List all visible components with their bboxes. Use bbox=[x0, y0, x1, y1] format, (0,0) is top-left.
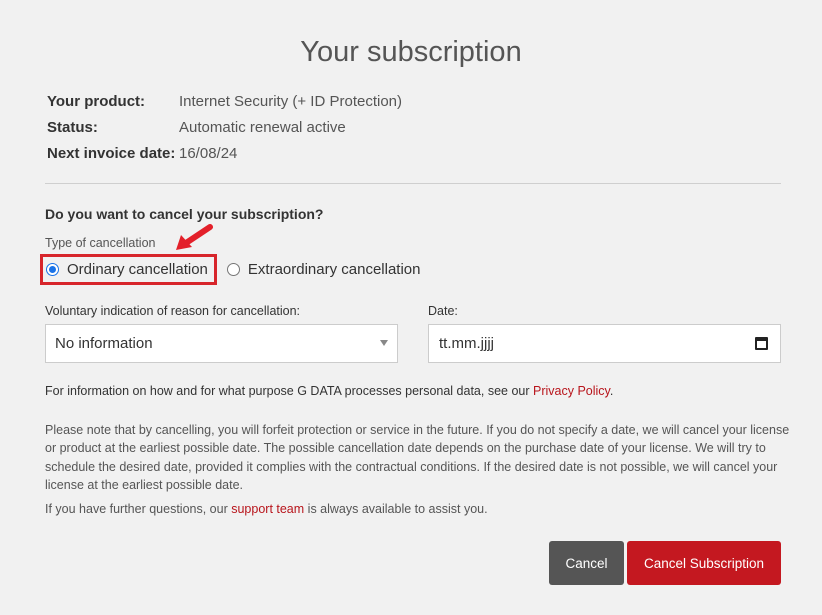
support-text: If you have further questions, our suppo… bbox=[45, 502, 488, 516]
product-label: Your product: bbox=[47, 92, 146, 110]
extraordinary-cancellation-label: Extraordinary cancellation bbox=[247, 261, 421, 278]
annotation-arrow-icon bbox=[176, 224, 213, 250]
calendar-icon[interactable] bbox=[755, 337, 768, 350]
support-text-before: If you have further questions, our bbox=[45, 502, 232, 516]
support-text-after: is always available to assist you. bbox=[304, 502, 488, 516]
cancel-button[interactable]: Cancel bbox=[549, 541, 624, 585]
support-team-link[interactable]: support team bbox=[231, 502, 304, 516]
subscription-info: Your product: Internet Security (+ ID Pr… bbox=[47, 88, 402, 166]
cancellation-type-label: Type of cancellation bbox=[45, 236, 156, 250]
radio-checked-icon[interactable] bbox=[46, 263, 59, 276]
product-row: Your product: Internet Security (+ ID Pr… bbox=[47, 88, 402, 114]
reason-select[interactable]: No information bbox=[45, 324, 398, 363]
page-title: Your subscription bbox=[300, 36, 522, 68]
status-value: Automatic renewal active bbox=[179, 118, 346, 136]
invoice-label: Next invoice date: bbox=[47, 144, 176, 162]
divider bbox=[45, 183, 781, 184]
cancellation-notice: Please note that by cancelling, you will… bbox=[45, 423, 790, 493]
radio-unchecked-icon[interactable] bbox=[226, 263, 240, 276]
reason-label: Voluntary indication of reason for cance… bbox=[45, 304, 301, 318]
privacy-policy-link[interactable]: Privacy Policy bbox=[533, 384, 610, 398]
radio-ordinary-cancellation[interactable]: Ordinary cancellation bbox=[40, 254, 217, 285]
date-input[interactable]: tt.mm.jjjj bbox=[428, 324, 781, 363]
invoice-value: 16/08/24 bbox=[179, 144, 238, 162]
privacy-text-before: For information on how and for what purp… bbox=[45, 384, 533, 398]
date-label: Date: bbox=[428, 304, 458, 318]
invoice-row: Next invoice date: 16/08/24 bbox=[47, 140, 402, 166]
privacy-text-after: . bbox=[609, 384, 614, 398]
ordinary-cancellation-label: Ordinary cancellation bbox=[67, 261, 208, 278]
cancellation-type-group: Ordinary cancellation Extraordinary canc… bbox=[40, 254, 421, 285]
radio-extraordinary-cancellation[interactable]: Extraordinary cancellation bbox=[226, 254, 421, 285]
date-placeholder: tt.mm.jjjj bbox=[439, 335, 494, 352]
cancel-question: Do you want to cancel your subscription? bbox=[45, 206, 324, 222]
cancel-subscription-button[interactable]: Cancel Subscription bbox=[627, 541, 781, 585]
status-label: Status: bbox=[47, 118, 98, 136]
privacy-text: For information on how and for what purp… bbox=[45, 384, 613, 398]
chevron-down-icon bbox=[380, 340, 388, 346]
status-row: Status: Automatic renewal active bbox=[47, 114, 402, 140]
reason-select-value: No information bbox=[55, 335, 153, 352]
product-value: Internet Security (+ ID Protection) bbox=[179, 92, 403, 110]
